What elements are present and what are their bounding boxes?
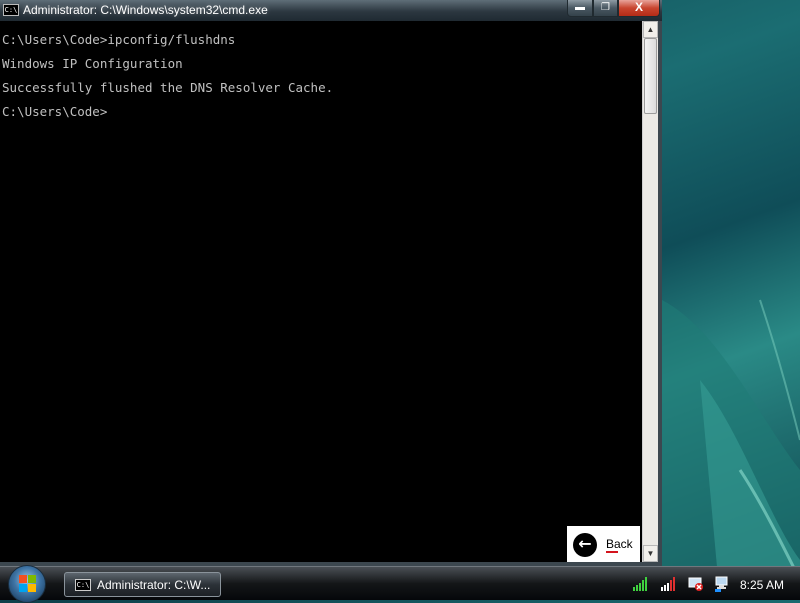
console-line: Windows IP Configuration [2, 56, 183, 71]
taskbar: C:\ Administrator: C:\W... 8:25 AM [0, 565, 800, 603]
system-tray: 8:25 AM [622, 570, 800, 598]
window-title: Administrator: C:\Windows\system32\cmd.e… [23, 3, 268, 17]
cmd-icon: C:\ [75, 579, 91, 591]
network-connection-icon[interactable] [714, 576, 730, 592]
back-label: Back [606, 537, 633, 551]
restore-icon: ❐ [601, 2, 610, 13]
scroll-thumb[interactable] [644, 38, 657, 114]
title-bar[interactable]: C:\ Administrator: C:\Windows\system32\c… [0, 0, 662, 21]
back-button[interactable]: ← Back [567, 526, 640, 562]
console-line: C:\Users\Code>ipconfig/flushdns [2, 32, 236, 47]
taskbar-item-label: Administrator: C:\W... [97, 578, 211, 592]
scroll-down-button[interactable]: ▼ [643, 545, 658, 562]
signal-icon[interactable] [632, 576, 648, 592]
vertical-scrollbar[interactable]: ▲ ▼ [642, 21, 658, 562]
console-line: Successfully flushed the DNS Resolver Ca… [2, 80, 334, 95]
scroll-up-button[interactable]: ▲ [643, 21, 658, 38]
windows-logo-icon [19, 575, 37, 593]
minimize-button[interactable]: ▬ [567, 0, 593, 17]
cmd-window: C:\ Administrator: C:\Windows\system32\c… [0, 0, 662, 566]
network-icon[interactable] [660, 576, 676, 592]
console-output[interactable]: C:\Users\Code>ipconfig/flushdns Windows … [0, 21, 642, 562]
close-button[interactable]: X [618, 0, 660, 17]
arrow-left-icon: ← [573, 533, 597, 557]
clock[interactable]: 8:25 AM [740, 578, 784, 592]
security-icon[interactable] [688, 576, 704, 592]
close-icon: X [634, 0, 643, 14]
maximize-button[interactable]: ❐ [593, 0, 618, 17]
start-button[interactable] [8, 565, 46, 603]
cmd-icon: C:\ [3, 4, 19, 16]
window-border-right [658, 21, 662, 562]
arrow-down-icon: ▼ [646, 549, 655, 558]
taskbar-item-cmd[interactable]: C:\ Administrator: C:\W... [64, 572, 221, 597]
minimize-icon: ▬ [575, 2, 585, 13]
console-prompt: C:\Users\Code> [2, 104, 108, 119]
arrow-up-icon: ▲ [646, 25, 655, 34]
back-underline [606, 551, 618, 553]
